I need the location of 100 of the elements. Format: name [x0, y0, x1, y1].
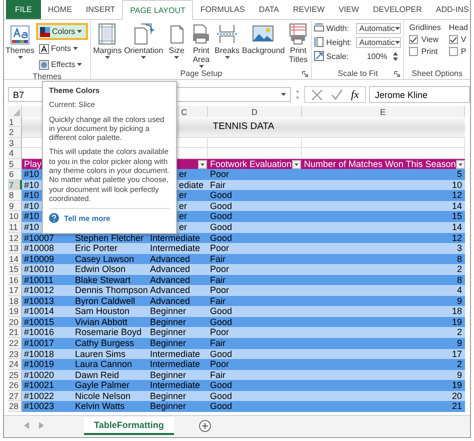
table-cell: Intermediate	[150, 380, 200, 390]
table-cell: #10010	[24, 264, 54, 274]
table-cell: #10	[24, 211, 40, 222]
table-cell: 2	[456, 327, 462, 338]
table-cell: Advanced	[150, 264, 190, 274]
group-label: Page Setup	[180, 69, 222, 78]
column-heading: Play	[24, 159, 42, 169]
table-cell: 19	[452, 316, 462, 327]
table-cell: Beginner	[150, 338, 186, 348]
table-cell: Eric Porter	[75, 243, 118, 254]
table-cell: #10	[24, 169, 40, 180]
table-cell: Blake Stewart	[75, 274, 131, 285]
table-cell: Lauren Sims	[75, 348, 126, 359]
table-cell: 21	[452, 401, 462, 412]
table-cell: #10016	[24, 327, 54, 338]
field-label: Width:	[326, 24, 350, 32]
row-number: 6	[8, 169, 22, 180]
row-number: 3	[8, 138, 22, 148]
table-cell: Poor	[210, 359, 230, 370]
table-cell: Advanced	[150, 296, 190, 306]
table-cell: #10007	[24, 232, 54, 243]
table-cell: 20	[452, 390, 462, 401]
table-cell: 8	[456, 274, 462, 285]
table-cell: Intermediate	[150, 243, 200, 254]
table-cell: 3	[456, 243, 462, 254]
row-number: 17	[8, 285, 22, 296]
table-cell: Poor	[210, 243, 230, 254]
table-cell: Good	[210, 211, 232, 222]
table-cell: er	[179, 169, 188, 180]
row-number: 21	[8, 327, 22, 338]
row-number: 4	[8, 148, 22, 159]
table-cell: 9	[456, 370, 462, 380]
row-number: 7	[8, 180, 22, 190]
table-cell: 15	[452, 211, 462, 222]
row-number: 25	[8, 370, 22, 380]
table-cell: 9	[456, 296, 462, 306]
table-cell: Stephen Fletcher	[75, 232, 144, 243]
row-number: 19	[8, 306, 22, 317]
table-cell: Cathy Burgess	[75, 338, 134, 348]
table-cell: #10	[24, 190, 40, 200]
table-cell: #10017	[24, 338, 54, 348]
table-cell: #10013	[24, 296, 54, 306]
table-cell: Beginner	[150, 306, 186, 316]
table-cell: Good	[210, 200, 232, 211]
table-cell: Fair	[210, 370, 226, 380]
table-cell: Intermediate	[150, 359, 200, 370]
row-number: 18	[8, 296, 22, 306]
row-number: 12	[8, 232, 22, 244]
row-number: 27	[8, 390, 22, 402]
table-cell: Nicole Nelson	[75, 390, 131, 401]
table-cell: 8	[456, 254, 462, 264]
row-number: 5	[8, 158, 22, 170]
row-number: 20	[8, 316, 22, 328]
table-cell: #10023	[24, 401, 54, 412]
row-number: 24	[8, 359, 22, 370]
table-cell: 2	[456, 359, 462, 370]
table-cell: ediate	[179, 180, 204, 190]
table-cell: 18	[452, 306, 462, 316]
table-cell: Dawn Reid	[75, 370, 120, 380]
option-heading: Head	[448, 23, 468, 32]
table-cell: #10022	[24, 390, 54, 401]
row-number: 22	[8, 338, 22, 349]
checkbox-label: View	[421, 35, 438, 44]
table-cell: Sam Houston	[75, 306, 130, 316]
column-heading: Footwork Evaluation	[210, 159, 292, 169]
table-cell: #10020	[24, 370, 54, 380]
row-number: 8	[8, 190, 22, 201]
checkbox-label: P	[460, 47, 466, 56]
field-label: Scale:	[326, 52, 350, 60]
table-cell: er	[179, 190, 188, 200]
table-cell: Rosemarie Boyd	[75, 327, 142, 338]
row-number: 9	[8, 200, 22, 212]
table-cell: Vivian Abbott	[75, 316, 128, 327]
table-cell: Good	[210, 401, 232, 412]
table-cell: 2	[456, 264, 462, 274]
table-cell: Fair	[210, 254, 226, 264]
table-cell: Fair	[210, 180, 226, 190]
table-cell: Poor	[210, 169, 230, 180]
group-label: Scale to Fit	[338, 69, 378, 78]
column-heading: Number of Matches Won This Season	[304, 159, 456, 169]
row-number: 11	[8, 222, 22, 233]
checkbox-label: V	[460, 35, 466, 44]
table-cell: Advanced	[150, 285, 190, 296]
table-cell: #10015	[24, 316, 54, 327]
table-cell: 14	[452, 222, 462, 232]
table-cell: Edwin Olson	[75, 264, 126, 274]
table-cell: 10	[452, 180, 462, 190]
table-cell: Fair	[210, 338, 226, 348]
table-cell: 12	[452, 232, 462, 243]
option-heading: Gridlines	[409, 23, 441, 32]
table-cell: 5	[456, 169, 462, 180]
table-cell: Casey Lawson	[75, 254, 134, 264]
row-number: 26	[8, 380, 22, 391]
table-cell: Beginner	[150, 401, 186, 412]
table-cell: Dennis Thompson	[75, 285, 148, 296]
table-cell: Good	[210, 222, 232, 232]
table-cell: Beginner	[150, 390, 186, 401]
group-label: Sheet Options	[412, 69, 462, 78]
table-cell: #10012	[24, 285, 54, 296]
table-cell: Good	[210, 190, 232, 200]
